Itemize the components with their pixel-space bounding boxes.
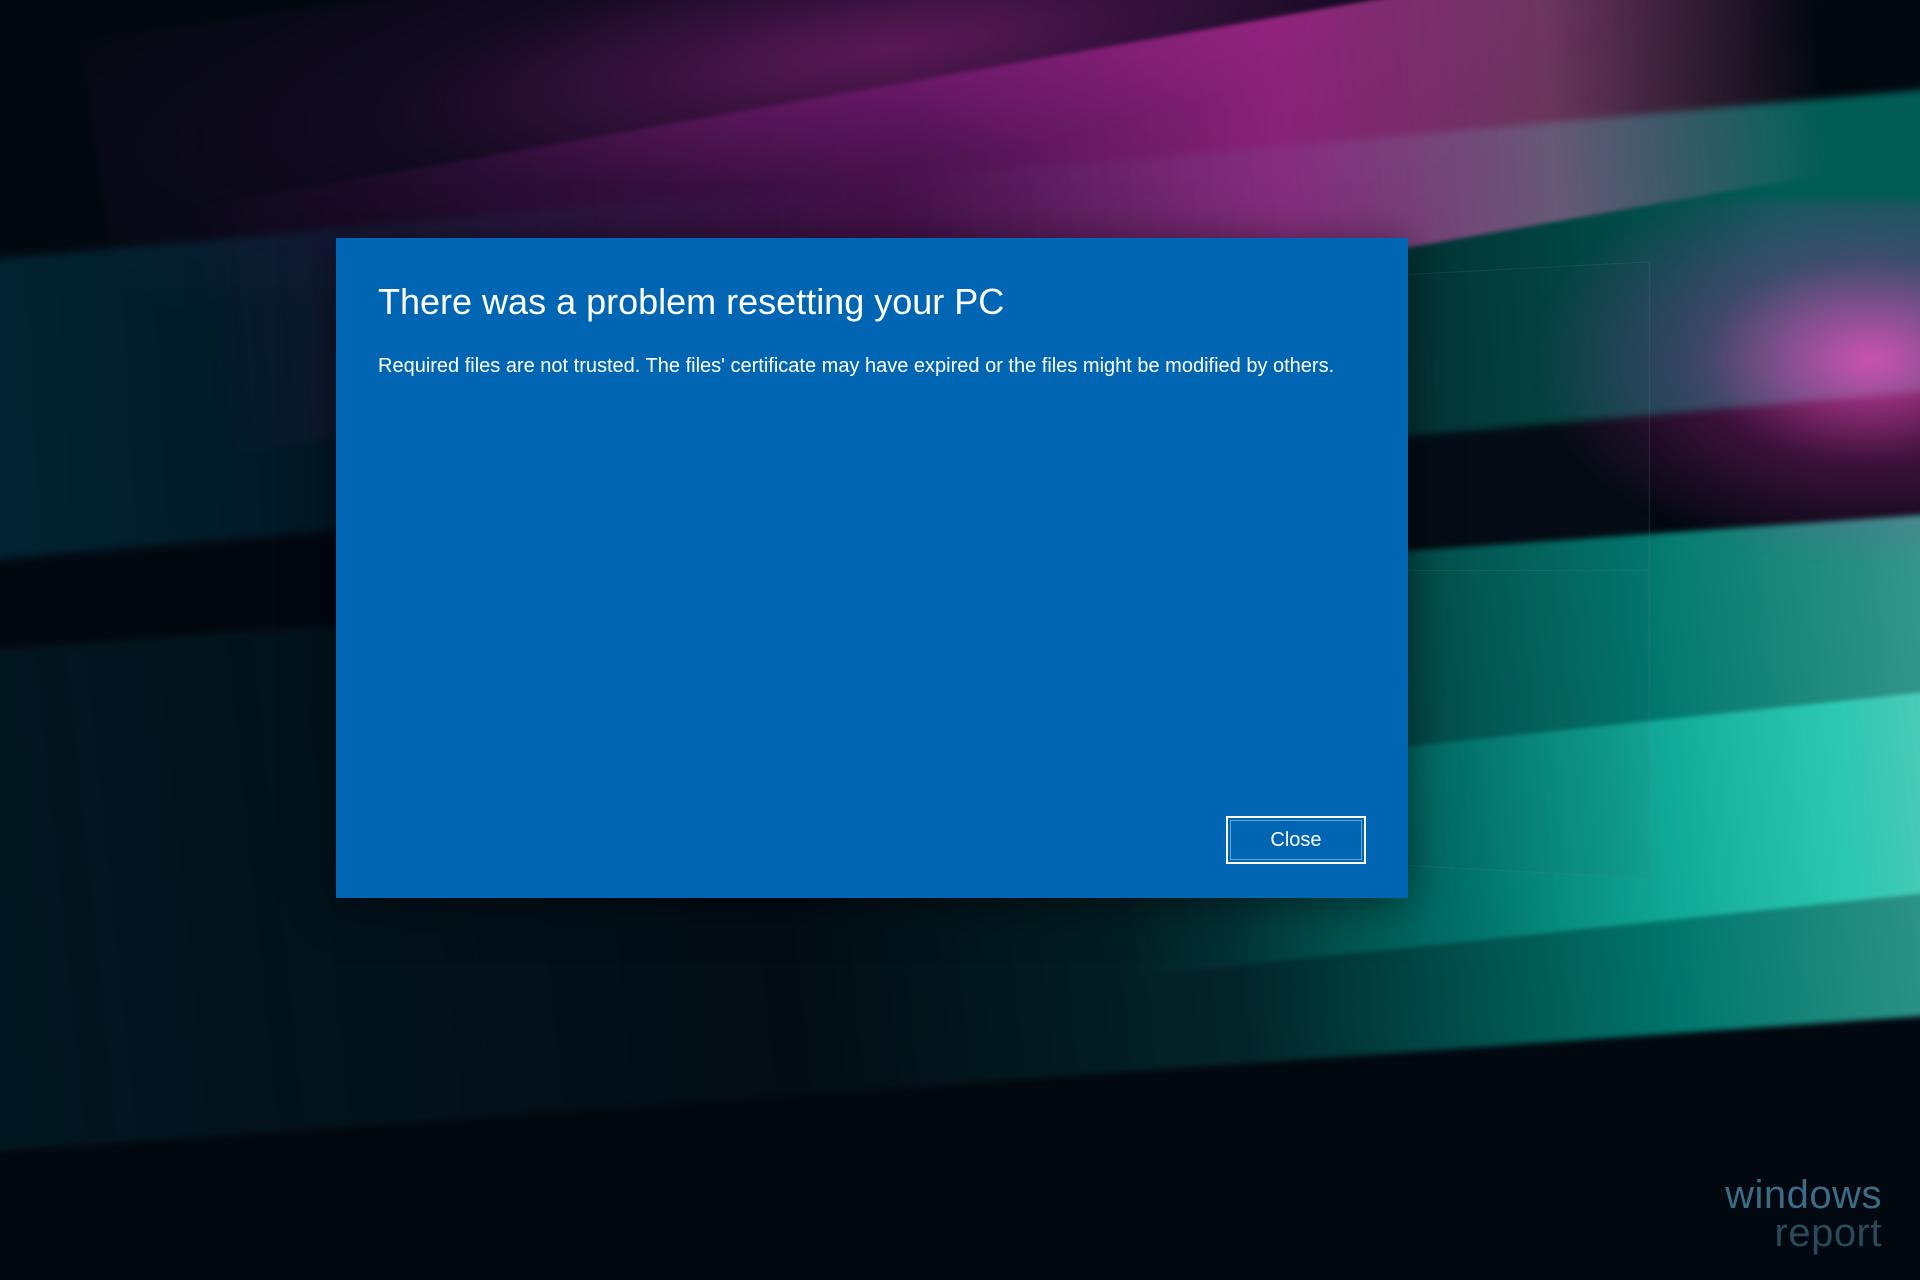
desktop-background: There was a problem resetting your PC Re… [0, 0, 1920, 1280]
dialog-actions: Close [378, 816, 1366, 864]
dialog-title: There was a problem resetting your PC [378, 280, 1366, 323]
dialog-message: Required files are not trusted. The file… [378, 351, 1338, 381]
spacer [378, 381, 1366, 816]
watermark-line1: windows [1725, 1176, 1882, 1214]
error-dialog: There was a problem resetting your PC Re… [336, 238, 1408, 898]
close-button[interactable]: Close [1226, 816, 1366, 864]
watermark-logo: windows report [1725, 1176, 1882, 1252]
watermark-line2: report [1725, 1214, 1882, 1252]
